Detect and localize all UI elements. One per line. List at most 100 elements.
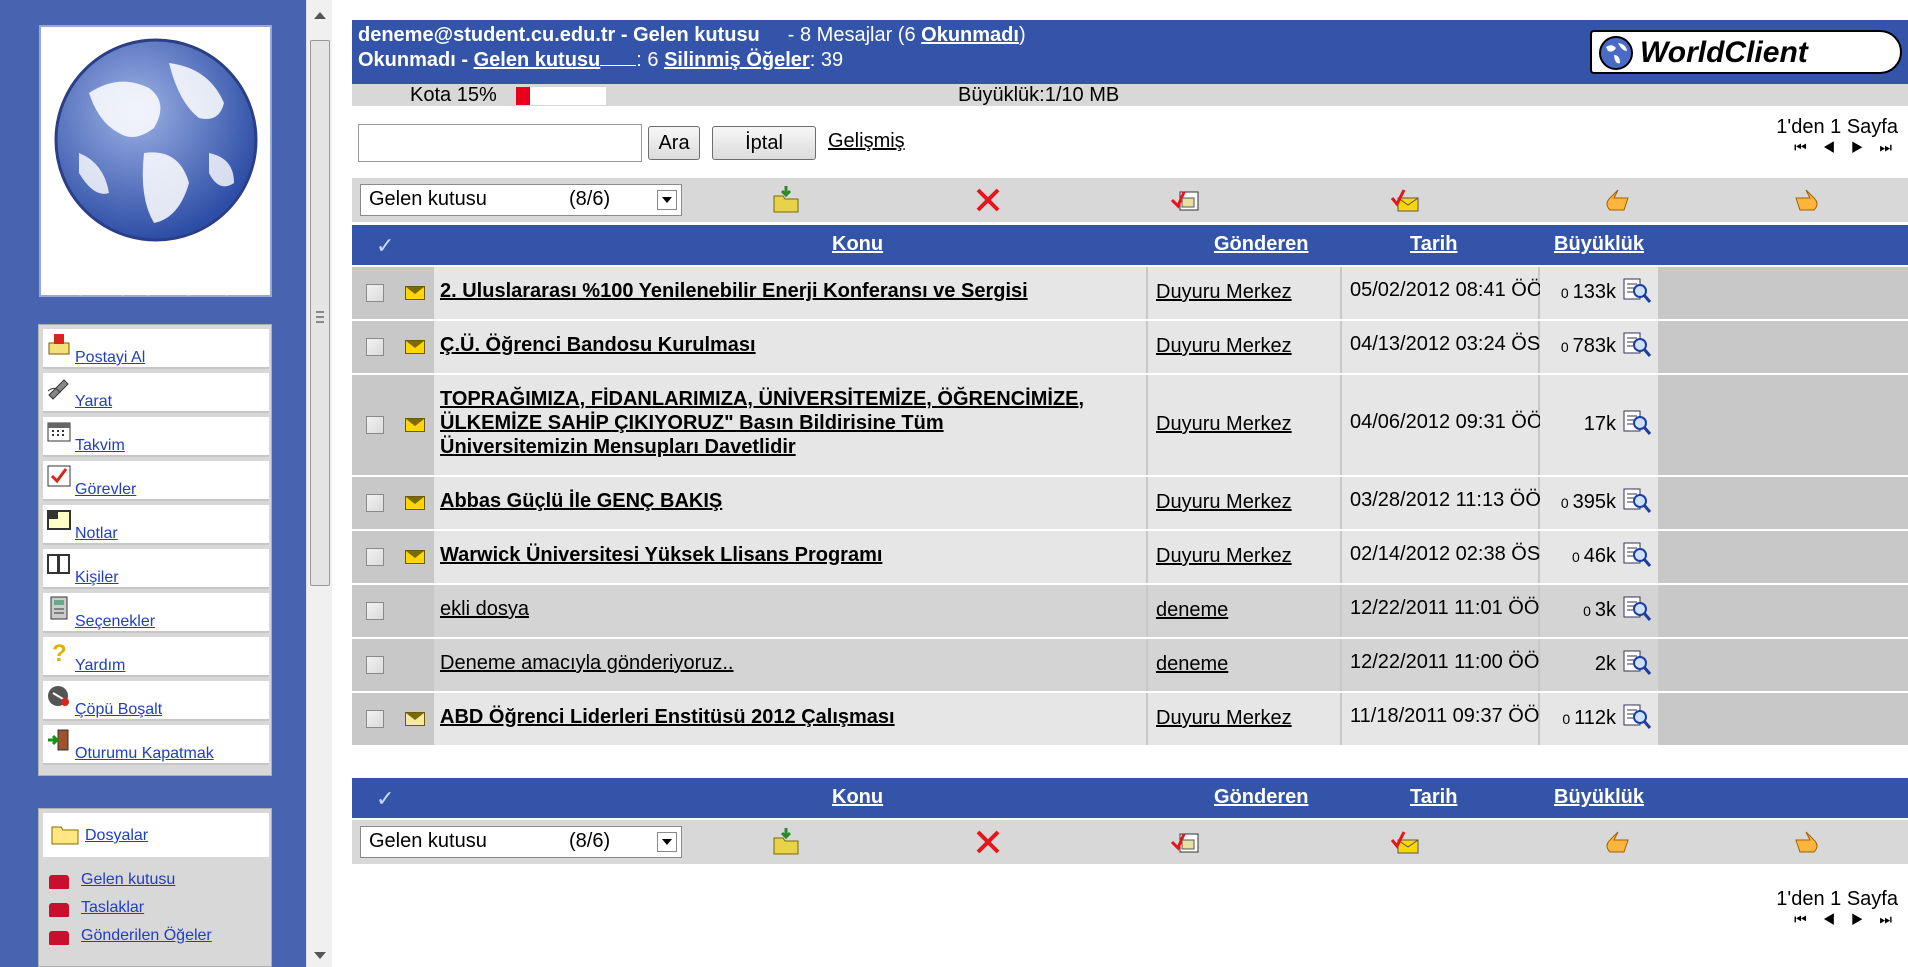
nav-item-options[interactable]: Seçenekler — [43, 593, 269, 633]
message-row[interactable]: ekli dosya deneme 12/22/2011 11:01 ÖÖ 0 3k — [352, 585, 1908, 637]
deleted-items-link[interactable]: Silinmiş Öğeler — [664, 49, 810, 71]
move-to-folder-icon[interactable] — [770, 826, 802, 858]
message-date: 03/28/2012 11:13 ÖÖ — [1350, 489, 1541, 511]
nav-item-contacts[interactable]: Kişiler — [43, 549, 269, 589]
scroll-up-icon[interactable] — [314, 12, 326, 19]
preview-magnifier-icon[interactable] — [1622, 277, 1652, 305]
subject-link[interactable]: TOPRAĞIMIZA, FİDANLARIMIZA, ÜNİVERSİTEMİ… — [440, 387, 1084, 411]
mark-read-icon[interactable] — [1170, 826, 1202, 858]
nav-item-empty-trash[interactable]: Çöpü Boşalt — [43, 681, 269, 721]
attachment-icon: 0 — [1562, 711, 1571, 727]
sidebar-scrollbar[interactable] — [306, 0, 332, 967]
select-all-icon[interactable]: ✓ — [376, 233, 394, 259]
subject-link[interactable]: Ç.Ü. Öğrenci Bandosu Kurulması — [440, 333, 756, 357]
subject-link[interactable]: Üniversitemizin Mensupları Davetlidir — [440, 435, 796, 459]
unread-prefix: Okunmadı - — [358, 49, 469, 71]
sender-link[interactable]: Duyuru Merkez — [1156, 281, 1292, 304]
subject-link[interactable]: ÜLKEMİZE SAHİP ÇIKIYORUZ" Basın Bildiris… — [440, 411, 944, 435]
sender-link[interactable]: deneme — [1156, 599, 1228, 622]
sender-link[interactable]: Duyuru Merkez — [1156, 335, 1292, 358]
subject-link[interactable]: 2. Uluslararası %100 Yenilenebilir Enerj… — [440, 279, 1028, 303]
folder-select[interactable]: Gelen kutusu (8/6) — [360, 184, 682, 216]
nav-item-help[interactable]: ? Yardım — [43, 637, 269, 677]
mark-read-icon[interactable] — [1170, 184, 1202, 216]
search-button[interactable]: Ara — [648, 126, 700, 160]
logo-text: WorldClient — [42, 266, 232, 302]
page-nav-arrows[interactable]: ⏮ ◀ ▶ ⏭ — [1776, 139, 1898, 156]
mark-unread-icon[interactable] — [1390, 826, 1422, 858]
sender-link[interactable]: deneme — [1156, 653, 1228, 676]
message-checkbox[interactable] — [366, 338, 384, 356]
folders-header[interactable]: Dosyalar — [43, 813, 269, 857]
next-hand-icon[interactable] — [1792, 826, 1824, 858]
page-nav-arrows[interactable]: ⏮ ◀ ▶ ⏭ — [1776, 911, 1898, 928]
sort-size[interactable]: Büyüklük — [1554, 786, 1644, 809]
sort-sender[interactable]: Gönderen — [1214, 233, 1308, 256]
nav-item-calendar[interactable]: Takvim — [43, 417, 269, 457]
message-checkbox[interactable] — [366, 710, 384, 728]
next-hand-icon[interactable] — [1792, 184, 1824, 216]
sender-link[interactable]: Duyuru Merkez — [1156, 491, 1292, 514]
preview-magnifier-icon[interactable] — [1622, 595, 1652, 623]
unread-link[interactable]: Okunmadı — [921, 24, 1019, 46]
nav-label: Yarat — [75, 393, 113, 410]
preview-magnifier-icon[interactable] — [1622, 541, 1652, 569]
subject-link[interactable]: ABD Öğrenci Liderleri Enstitüsü 2012 Çal… — [440, 705, 895, 729]
nav-item-compose[interactable]: Yarat — [43, 373, 269, 413]
chevron-down-icon[interactable] — [657, 832, 677, 852]
move-to-folder-icon[interactable] — [770, 184, 802, 216]
sort-sender[interactable]: Gönderen — [1214, 786, 1308, 809]
message-checkbox[interactable] — [366, 548, 384, 566]
message-checkbox[interactable] — [366, 602, 384, 620]
message-checkbox[interactable] — [366, 416, 384, 434]
cancel-button[interactable]: İptal — [712, 126, 816, 160]
sort-date[interactable]: Tarih — [1410, 786, 1457, 809]
message-row[interactable]: Warwick Üniversitesi Yüksek Llisans Prog… — [352, 531, 1908, 583]
inbox-link[interactable]: Gelen kutusu — [474, 49, 601, 71]
folder-select[interactable]: Gelen kutusu (8/6) — [360, 826, 682, 858]
message-row[interactable]: 2. Uluslararası %100 Yenilenebilir Enerj… — [352, 267, 1908, 319]
search-input[interactable] — [358, 124, 642, 162]
scroll-thumb[interactable] — [310, 40, 330, 586]
sender-link[interactable]: Duyuru Merkez — [1156, 413, 1292, 436]
subject-link[interactable]: ekli dosya — [440, 597, 529, 621]
select-all-icon[interactable]: ✓ — [376, 786, 394, 812]
previous-hand-icon[interactable] — [1600, 184, 1632, 216]
subject-link[interactable]: Warwick Üniversitesi Yüksek Llisans Prog… — [440, 543, 882, 567]
advanced-search-link[interactable]: Gelişmiş — [828, 130, 905, 153]
preview-magnifier-icon[interactable] — [1622, 487, 1652, 515]
chevron-down-icon[interactable] — [657, 190, 677, 210]
sort-subject[interactable]: Konu — [832, 786, 883, 809]
previous-hand-icon[interactable] — [1600, 826, 1632, 858]
preview-magnifier-icon[interactable] — [1622, 331, 1652, 359]
message-row[interactable]: Deneme amacıyla gönderiyoruz.. deneme 12/2… — [352, 639, 1908, 691]
nav-item-notes[interactable]: Notlar — [43, 505, 269, 545]
message-checkbox[interactable] — [366, 656, 384, 674]
nav-item-logout[interactable]: Oturumu Kapatmak — [43, 725, 269, 765]
subject-link[interactable]: Abbas Güçlü İle GENÇ BAKIŞ — [440, 489, 722, 513]
sort-subject[interactable]: Konu — [832, 233, 883, 256]
sort-size[interactable]: Büyüklük — [1554, 233, 1644, 256]
message-row[interactable]: TOPRAĞIMIZA, FİDANLARIMIZA, ÜNİVERSİTEMİ… — [352, 375, 1908, 475]
scroll-down-icon[interactable] — [314, 952, 326, 959]
nav-item-tasks[interactable]: Görevler — [43, 461, 269, 501]
checkbox-cell — [352, 531, 394, 583]
message-checkbox[interactable] — [366, 284, 384, 302]
date-cell: 04/06/2012 09:31 ÖÖ — [1342, 375, 1542, 475]
delete-icon[interactable] — [972, 826, 1004, 858]
message-row[interactable]: Ç.Ü. Öğrenci Bandosu Kurulması Duyuru Mer… — [352, 321, 1908, 373]
sort-date[interactable]: Tarih — [1410, 233, 1457, 256]
delete-icon[interactable] — [972, 184, 1004, 216]
sender-link[interactable]: Duyuru Merkez — [1156, 707, 1292, 730]
preview-magnifier-icon[interactable] — [1622, 703, 1652, 731]
nav-item-get-mail[interactable]: Postayi Al — [43, 329, 269, 369]
message-row[interactable]: ABD Öğrenci Liderleri Enstitüsü 2012 Çal… — [352, 693, 1908, 745]
preview-magnifier-icon[interactable] — [1622, 649, 1652, 677]
message-row[interactable]: Abbas Güçlü İle GENÇ BAKIŞ Duyuru Merkez 0… — [352, 477, 1908, 529]
mark-unread-icon[interactable] — [1390, 184, 1422, 216]
date-cell: 03/28/2012 11:13 ÖÖ — [1342, 477, 1541, 529]
subject-link[interactable]: Deneme amacıyla gönderiyoruz.. — [440, 651, 733, 675]
message-checkbox[interactable] — [366, 494, 384, 512]
sender-link[interactable]: Duyuru Merkez — [1156, 545, 1292, 568]
preview-magnifier-icon[interactable] — [1622, 409, 1652, 437]
